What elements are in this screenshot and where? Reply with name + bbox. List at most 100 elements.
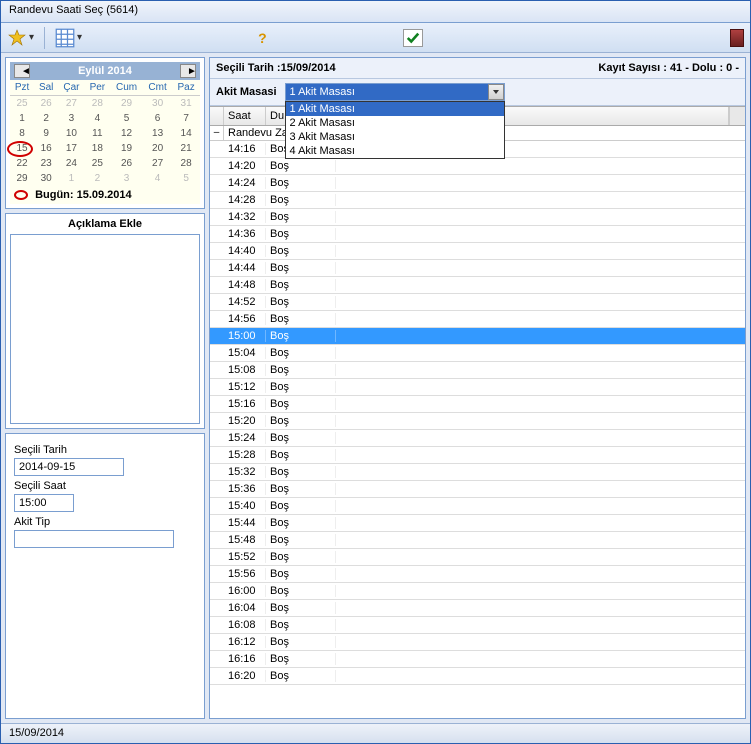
calendar-day[interactable]: 14 [172,126,200,141]
table-row[interactable]: 14:28Boş [210,192,745,209]
table-row[interactable]: 14:48Boş [210,277,745,294]
help-icon[interactable]: ? [258,30,267,46]
calendar-day[interactable]: 5 [172,171,200,186]
table-row[interactable]: 14:52Boş [210,294,745,311]
calendar-day[interactable]: 6 [143,111,172,126]
star-dropdown-arrow[interactable]: ▾ [29,32,34,43]
grid-dropdown-arrow[interactable]: ▾ [77,32,82,43]
table-row[interactable]: 14:40Boş [210,243,745,260]
calendar-day[interactable]: 25 [85,156,111,171]
table-row[interactable]: 16:08Boş [210,617,745,634]
table-row[interactable]: 15:32Boş [210,464,745,481]
table-row[interactable]: 15:12Boş [210,379,745,396]
calendar-next-button[interactable]: ► [180,64,196,78]
table-row[interactable]: 16:20Boş [210,668,745,685]
table-row[interactable]: 15:16Boş [210,396,745,413]
calendar-day[interactable]: 23 [34,156,58,171]
calendar-day[interactable]: 4 [143,171,172,186]
table-row[interactable]: 14:36Boş [210,226,745,243]
combo-option[interactable]: 1 Akit Masası [286,102,504,116]
calendar-day[interactable]: 28 [85,96,111,112]
star-icon[interactable] [7,28,27,48]
calendar-day[interactable]: 30 [34,171,58,186]
table-row[interactable]: 15:52Boş [210,549,745,566]
calendar-day[interactable]: 2 [34,111,58,126]
table-row[interactable]: 14:56Boş [210,311,745,328]
secili-saat-input[interactable] [14,494,74,512]
calendar-today-row[interactable]: Bugün: 15.09.2014 [10,186,200,204]
calendar-day[interactable]: 29 [10,171,34,186]
calendar-day[interactable]: 31 [172,96,200,112]
calendar-day[interactable]: 2 [85,171,111,186]
calendar-day[interactable]: 18 [85,141,111,156]
table-row[interactable]: 15:08Boş [210,362,745,379]
calendar-day[interactable]: 12 [110,126,143,141]
table-row[interactable]: 16:04Boş [210,600,745,617]
grid-icon[interactable] [55,28,75,48]
calendar-day[interactable]: 13 [143,126,172,141]
combo-dropdown-list[interactable]: 1 Akit Masası2 Akit Masası3 Akit Masası4… [285,101,505,159]
calendar-day[interactable]: 17 [58,141,84,156]
calendar-day[interactable]: 3 [110,171,143,186]
calendar-day[interactable]: 24 [58,156,84,171]
calendar-day[interactable]: 27 [58,96,84,112]
calendar-day[interactable]: 1 [10,111,34,126]
combo-selected-value[interactable]: 1 Akit Masası [285,83,505,101]
aciklama-textarea[interactable] [10,234,200,424]
calendar-day[interactable]: 19 [110,141,143,156]
calendar-day[interactable]: 26 [34,96,58,112]
calendar-day[interactable]: 22 [10,156,34,171]
table-row[interactable]: 15:24Boş [210,430,745,447]
table-row[interactable]: 15:48Boş [210,532,745,549]
combo-option[interactable]: 4 Akit Masası [286,144,504,158]
table-row[interactable]: 15:00Boş [210,328,745,345]
table-row[interactable]: 16:16Boş [210,651,745,668]
calendar-day[interactable]: 28 [172,156,200,171]
calendar-day[interactable]: 29 [110,96,143,112]
table-row[interactable]: 15:28Boş [210,447,745,464]
calendar-day[interactable]: 1 [58,171,84,186]
calendar-day[interactable]: 20 [143,141,172,156]
calendar-day[interactable]: 25 [10,96,34,112]
combo-option[interactable]: 3 Akit Masası [286,130,504,144]
calendar-day[interactable]: 15 [10,141,34,156]
table-row[interactable]: 16:12Boş [210,634,745,651]
calendar-prev-button[interactable]: ◄ [14,64,30,78]
table-row[interactable]: 14:32Boş [210,209,745,226]
table-row[interactable]: 15:44Boş [210,515,745,532]
calendar-day[interactable]: 8 [10,126,34,141]
confirm-button[interactable] [403,29,423,47]
calendar-day[interactable]: 11 [85,126,111,141]
table-row[interactable]: 14:24Boş [210,175,745,192]
collapse-icon[interactable]: – [210,126,224,140]
secili-tarih-input[interactable] [14,458,124,476]
calendar-day[interactable]: 7 [172,111,200,126]
table-row[interactable]: 16:00Boş [210,583,745,600]
calendar-day[interactable]: 27 [143,156,172,171]
grid-body[interactable]: 14:16Boş14:20Boş14:24Boş14:28Boş14:32Boş… [210,141,745,718]
calendar-day[interactable]: 10 [58,126,84,141]
close-icon[interactable] [730,29,744,47]
combo-option[interactable]: 2 Akit Masası [286,116,504,130]
table-row[interactable]: 15:56Boş [210,566,745,583]
akit-tip-input[interactable] [14,530,174,548]
grid-header-toggle[interactable] [210,107,224,125]
calendar-day[interactable]: 5 [110,111,143,126]
table-row[interactable]: 15:40Boş [210,498,745,515]
table-row[interactable]: 14:44Boş [210,260,745,277]
calendar-day[interactable]: 26 [110,156,143,171]
calendar-day[interactable]: 4 [85,111,111,126]
cell-durum: Boş [266,364,336,376]
calendar-day[interactable]: 9 [34,126,58,141]
calendar-day[interactable]: 3 [58,111,84,126]
chevron-down-icon[interactable] [488,84,504,100]
table-row[interactable]: 15:20Boş [210,413,745,430]
table-row[interactable]: 15:04Boş [210,345,745,362]
table-row[interactable]: 14:20Boş [210,158,745,175]
calendar-day[interactable]: 30 [143,96,172,112]
calendar-day[interactable]: 16 [34,141,58,156]
calendar-day[interactable]: 21 [172,141,200,156]
grid-header-saat[interactable]: Saat [224,107,266,125]
table-row[interactable]: 15:36Boş [210,481,745,498]
akit-masasi-combo[interactable]: 1 Akit Masası 1 Akit Masası2 Akit Masası… [285,83,505,101]
